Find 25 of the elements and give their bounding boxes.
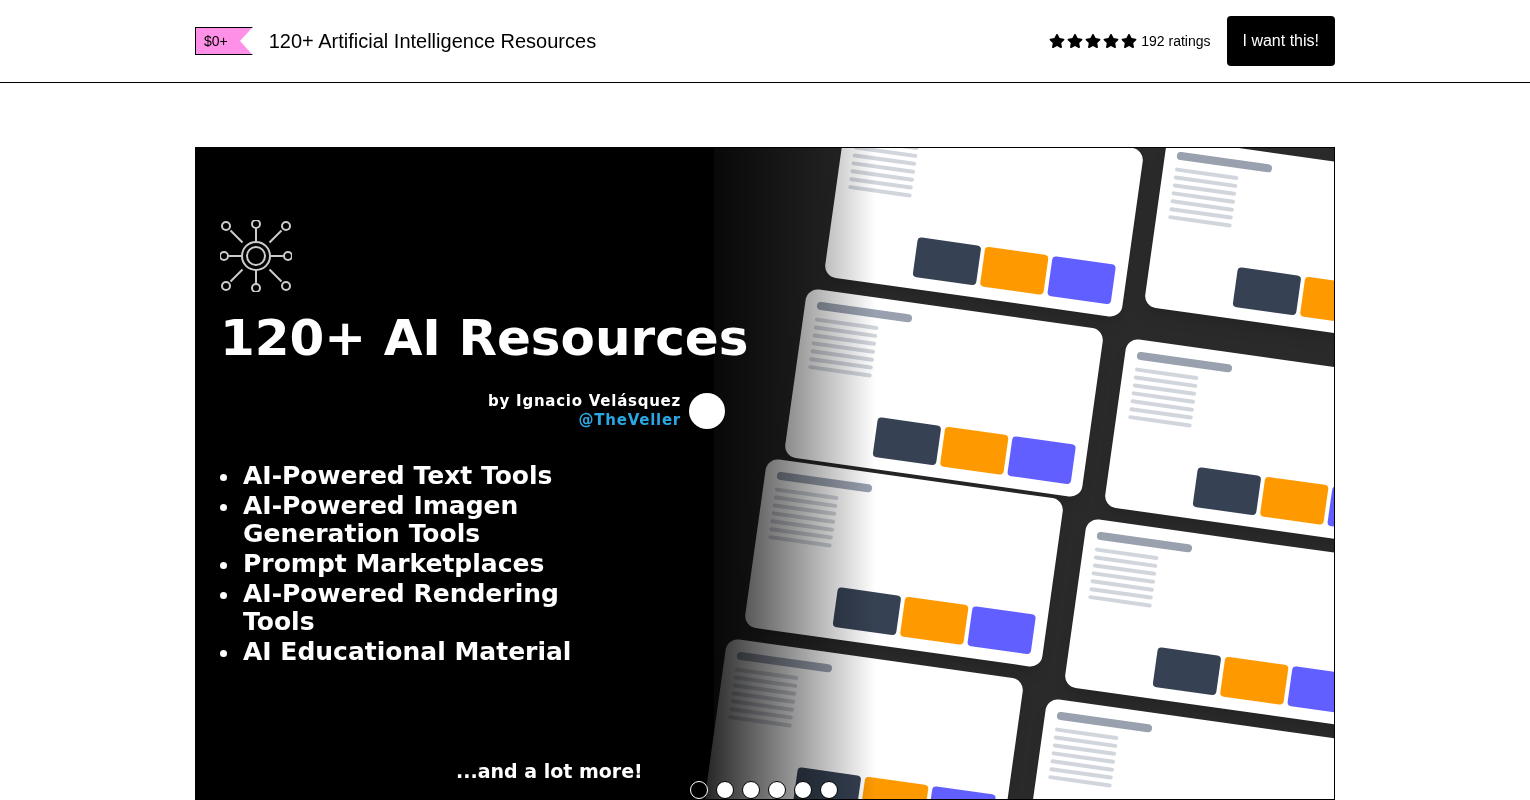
star-icon (1085, 33, 1102, 49)
avatar (689, 392, 725, 429)
bullet-text: Prompt Marketplaces (243, 549, 545, 578)
bullet-text: AI-Powered Imagen Generation Tools (243, 491, 520, 548)
star-icon (1067, 33, 1084, 49)
bullet-icon (220, 591, 227, 599)
star-icon (1049, 33, 1066, 49)
price-tag: $0+ (195, 27, 253, 55)
bullet-text: AI Educational Material (243, 637, 572, 666)
bullet-text: AI-Powered Rendering Tools (243, 579, 560, 636)
star-icon (1121, 33, 1138, 49)
ratings-count: 192 ratings (1141, 32, 1211, 51)
ai-chip-icon (220, 220, 292, 292)
bullet-icon (220, 473, 227, 481)
cover-footer-text: ...and a lot more! (456, 758, 643, 784)
bullet-text: AI-Powered Text Tools (243, 461, 553, 490)
bullet-icon (220, 649, 227, 657)
product-title: 120+ Artificial Intelligence Resources (268, 29, 597, 54)
buy-button[interactable]: I want this! (1226, 16, 1335, 66)
author-handle: @TheVeller (578, 410, 681, 430)
author-byline: by Ignacio Velásquez (488, 392, 681, 411)
bullet-icon (220, 561, 227, 569)
bullet-icon (220, 503, 227, 511)
cover-heading: 120+ AI Resources (220, 308, 750, 368)
star-icon (1103, 33, 1120, 49)
